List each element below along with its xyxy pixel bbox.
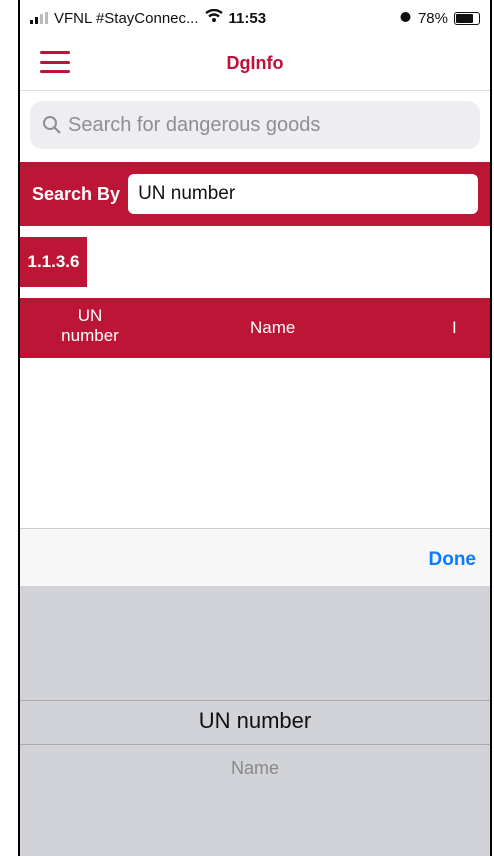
battery-icon — [454, 11, 480, 25]
hamburger-menu-icon[interactable] — [40, 51, 70, 73]
wifi-icon — [204, 8, 223, 27]
signal-icon — [30, 12, 48, 24]
app-frame: VFNL #StayConnec... 11:53 78% DgInfo Sea… — [18, 0, 492, 856]
table-header: UN number Name I — [20, 298, 490, 358]
clock-text: 11:53 — [228, 9, 267, 27]
carrier-area: VFNL #StayConnec... 11:53 — [30, 8, 267, 27]
status-right: 78% — [399, 10, 480, 27]
picker-option[interactable]: Name — [20, 758, 490, 779]
alarm-icon — [399, 10, 412, 27]
search-by-field[interactable]: UN number — [128, 174, 478, 214]
status-bar: VFNL #StayConnec... 11:53 78% — [20, 0, 490, 36]
battery-percent: 78% — [417, 9, 448, 27]
search-icon — [42, 115, 62, 135]
carrier-text: VFNL #StayConnec... — [54, 9, 199, 27]
picker-divider-top — [20, 700, 490, 701]
picker-option-selected[interactable]: UN number — [20, 708, 490, 734]
search-input[interactable]: Search for dangerous goods — [30, 101, 480, 149]
column-header-truncated[interactable]: I — [452, 318, 457, 338]
picker-divider-bottom — [20, 744, 490, 745]
done-button[interactable]: Done — [429, 549, 477, 571]
search-placeholder: Search for dangerous goods — [68, 113, 321, 136]
search-by-label: Search By — [32, 183, 121, 204]
option-picker[interactable]: UN number Name — [20, 586, 490, 856]
navigation-bar: DgInfo — [20, 36, 490, 91]
page-title: DgInfo — [226, 52, 284, 73]
column-header-name[interactable]: Name — [250, 318, 295, 338]
section-tag[interactable]: 1.1.3.6 — [20, 237, 87, 287]
column-header-un-number[interactable]: UN number — [50, 306, 130, 346]
search-by-bar: Search By UN number — [20, 162, 490, 226]
picker-toolbar: Done — [20, 528, 490, 587]
